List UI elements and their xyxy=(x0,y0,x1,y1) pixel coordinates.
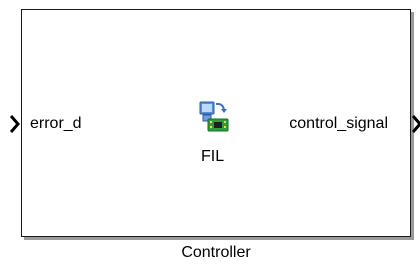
output-port-arrow-icon[interactable] xyxy=(412,115,420,133)
input-port-label: error_d xyxy=(30,115,82,132)
input-port-arrow-icon[interactable] xyxy=(10,115,20,133)
block-mask-label: FIL xyxy=(201,148,225,165)
output-port-label: control_signal xyxy=(289,115,388,132)
block-name-label[interactable]: Controller xyxy=(0,244,420,262)
fpga-board-icon xyxy=(199,101,229,133)
